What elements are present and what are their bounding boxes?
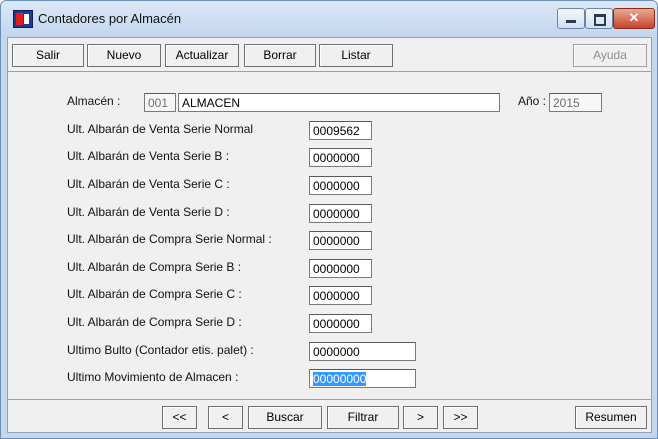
navigation-bar: << < Buscar Filtrar > >> Resumen <box>8 399 651 433</box>
counter-field[interactable]: 0000000 <box>309 286 372 305</box>
close-button[interactable]: ✕ <box>613 8 655 29</box>
row-label: Ultimo Bulto (Contador etis. palet) : <box>67 343 254 357</box>
client-area: Salir Nuevo Actualizar Borrar Listar Ayu… <box>7 37 652 433</box>
maximize-icon <box>594 14 606 26</box>
almacen-name-field[interactable]: ALMACEN <box>178 93 500 112</box>
resumen-button[interactable]: Resumen <box>575 406 647 429</box>
selected-text: 00000000 <box>313 372 367 386</box>
filtrar-button[interactable]: Filtrar <box>327 406 399 429</box>
close-icon: ✕ <box>628 10 640 25</box>
ultimo-bulto-field[interactable]: 0000000 <box>309 342 416 361</box>
row-label: Ult. Albarán de Compra Serie C : <box>67 287 242 301</box>
row-label: Ult. Albarán de Venta Serie B : <box>67 149 230 163</box>
nuevo-button[interactable]: Nuevo <box>87 44 161 67</box>
row-label: Ult. Albarán de Venta Serie D : <box>67 205 230 219</box>
minimize-button[interactable] <box>557 8 585 29</box>
actualizar-button[interactable]: Actualizar <box>165 44 239 67</box>
buscar-button[interactable]: Buscar <box>248 406 322 429</box>
minimize-icon <box>566 20 576 23</box>
ayuda-button[interactable]: Ayuda <box>573 44 647 67</box>
row-label: Ult. Albarán de Compra Serie Normal : <box>67 232 272 246</box>
app-logo-icon <box>13 10 33 28</box>
row-label: Ult. Albarán de Venta Serie C : <box>67 177 230 191</box>
borrar-button[interactable]: Borrar <box>244 44 316 67</box>
ultimo-movimiento-field[interactable]: 00000000 <box>309 369 416 388</box>
maximize-button[interactable] <box>585 8 613 29</box>
listar-button[interactable]: Listar <box>319 44 393 67</box>
counter-field[interactable]: 0000000 <box>309 176 372 195</box>
counter-field[interactable]: 0000000 <box>309 314 372 333</box>
almacen-label: Almacén : <box>67 94 121 108</box>
counter-field[interactable]: 0000000 <box>309 231 372 250</box>
first-record-button[interactable]: << <box>162 406 197 429</box>
window-title: Contadores por Almacén <box>38 11 182 26</box>
next-record-button[interactable]: > <box>403 406 438 429</box>
row-label: Ult. Albarán de Compra Serie B : <box>67 260 242 274</box>
row-label: Ult. Albarán de Compra Serie D : <box>67 315 242 329</box>
last-record-button[interactable]: >> <box>443 406 478 429</box>
row-label: Ultimo Movimiento de Almacen : <box>67 370 239 384</box>
row-label: Ult. Albarán de Venta Serie Normal <box>67 122 254 136</box>
title-bar[interactable]: Contadores por Almacén ✕ <box>1 1 657 37</box>
toolbar: Salir Nuevo Actualizar Borrar Listar Ayu… <box>8 38 651 72</box>
counter-field[interactable]: 0000000 <box>309 259 372 278</box>
anio-field[interactable]: 2015 <box>549 93 602 112</box>
almacen-code-field[interactable]: 001 <box>144 93 176 112</box>
window: Contadores por Almacén ✕ Salir Nuevo Act… <box>0 0 658 439</box>
anio-label: Año : <box>518 94 547 108</box>
salir-button[interactable]: Salir <box>12 44 84 67</box>
counter-field[interactable]: 0009562 <box>309 121 372 140</box>
previous-record-button[interactable]: < <box>208 406 243 429</box>
counter-field[interactable]: 0000000 <box>309 148 372 167</box>
counter-field[interactable]: 0000000 <box>309 204 372 223</box>
